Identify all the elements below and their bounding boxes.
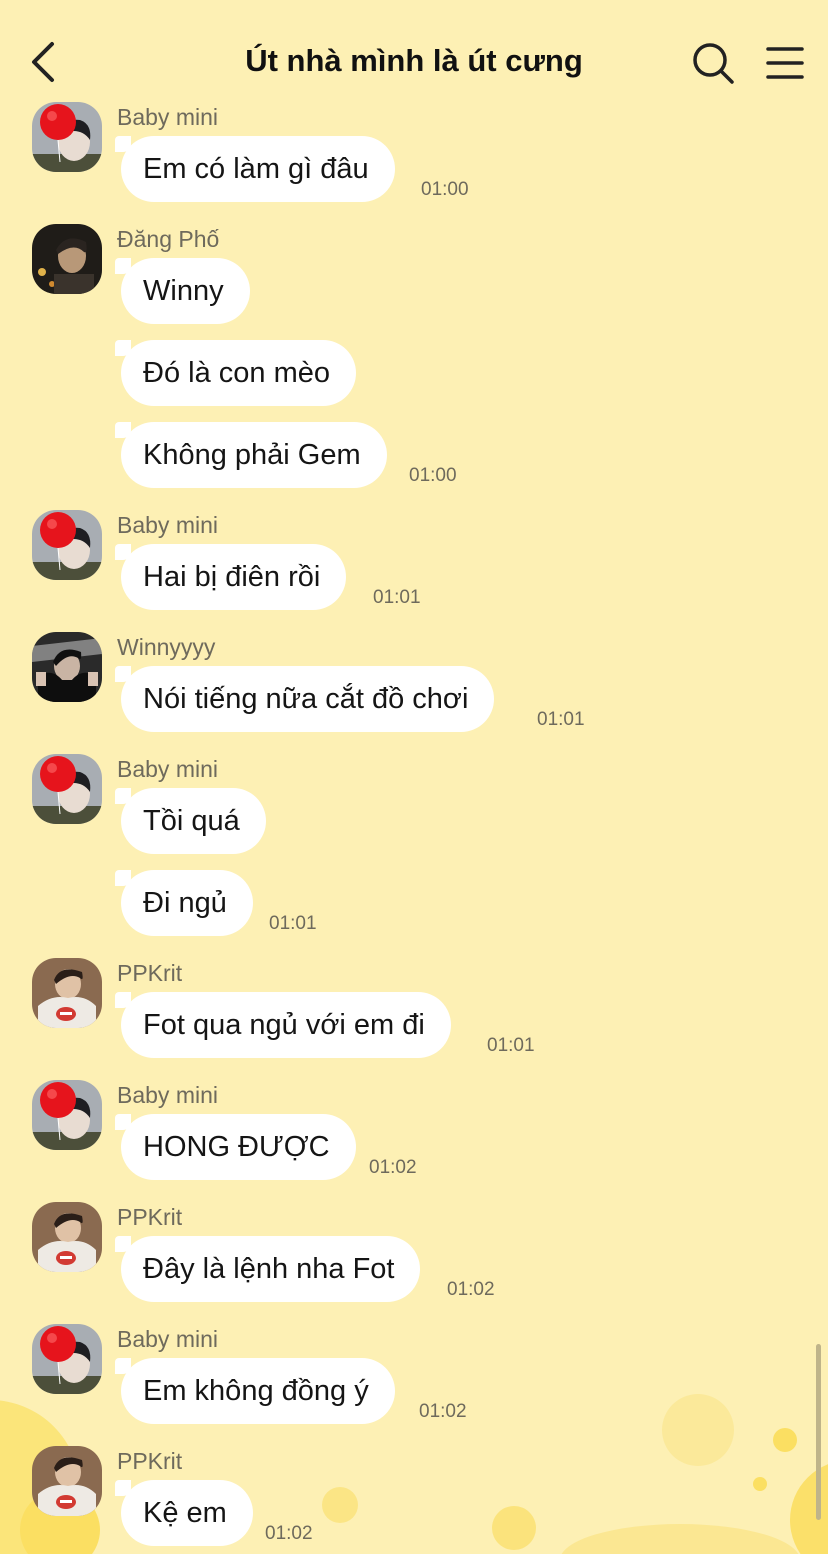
sender-name: Baby mini — [117, 1326, 218, 1352]
message-time: 01:01 — [487, 1035, 535, 1056]
sender-name: PPKrit — [117, 960, 183, 986]
avatar-ppkrit[interactable] — [32, 958, 102, 1028]
avatar-ppkrit[interactable] — [32, 1202, 102, 1272]
message-bubble[interactable]: Em không đồng ý — [115, 1358, 395, 1424]
search-icon — [693, 43, 734, 84]
sender-name: PPKrit — [117, 1204, 183, 1230]
avatar-baby-mini[interactable] — [32, 510, 102, 580]
message-time: 01:01 — [269, 913, 317, 934]
message-time: 01:01 — [373, 587, 421, 608]
message-bubble[interactable]: Không phải Gem — [115, 422, 387, 488]
chevron-left-icon — [32, 42, 54, 82]
avatar-baby-mini[interactable] — [32, 754, 102, 824]
message-bubble[interactable]: Em có làm gì đâu — [115, 136, 395, 202]
sender-name: Winnyyyy — [117, 634, 216, 660]
back-button[interactable] — [26, 38, 66, 86]
message-time: 01:02 — [265, 1523, 313, 1544]
message-list[interactable]: Baby mini Em có làm gì đâu 01:00 Đăng Ph… — [0, 0, 828, 1554]
message-bubble[interactable]: Nói tiếng nữa cắt đồ chơi — [114, 666, 495, 732]
avatar-baby-mini[interactable] — [32, 1080, 102, 1150]
message-time: 01:00 — [409, 465, 457, 486]
message-bubble[interactable]: Winny — [115, 258, 250, 324]
scrollbar[interactable] — [816, 1344, 821, 1520]
message-bubble[interactable]: Đó là con mèo — [115, 340, 356, 406]
search-button[interactable] — [690, 40, 736, 86]
avatar-winnyyyy[interactable] — [32, 632, 102, 702]
message-bubble[interactable]: Hai bị điên rồi — [114, 544, 347, 610]
sender-name: Baby mini — [117, 104, 218, 130]
message-bubble[interactable]: Kệ em — [115, 1480, 253, 1546]
avatar-dang-pho[interactable] — [32, 224, 102, 294]
hamburger-menu-icon — [766, 47, 804, 79]
sender-name: Baby mini — [117, 1082, 218, 1108]
sender-name: Đăng Phố — [117, 226, 220, 252]
chat-header: Út nhà mình là út cưng — [0, 0, 828, 100]
message-bubble[interactable]: Đi ngủ — [115, 870, 253, 936]
message-time: 01:01 — [537, 709, 585, 730]
sender-name: Baby mini — [117, 756, 218, 782]
sender-name: PPKrit — [117, 1448, 183, 1474]
message-bubble[interactable]: Tồi quá — [115, 788, 266, 854]
message-bubble[interactable]: Fot qua ngủ với em đi — [115, 992, 451, 1058]
avatar-ppkrit[interactable] — [32, 1446, 102, 1516]
menu-button[interactable] — [764, 44, 806, 82]
sender-name: Baby mini — [117, 512, 218, 538]
message-bubble[interactable]: HONG ĐƯỢC — [115, 1114, 356, 1180]
chat-title: Út nhà mình là út cưng — [245, 43, 583, 78]
message-time: 01:02 — [447, 1279, 495, 1300]
avatar-baby-mini[interactable] — [32, 102, 102, 172]
message-time: 01:00 — [421, 179, 469, 200]
message-bubble[interactable]: Đây là lệnh nha Fot — [114, 1236, 421, 1302]
message-time: 01:02 — [369, 1157, 417, 1178]
message-time: 01:02 — [419, 1401, 467, 1422]
avatar-baby-mini[interactable] — [32, 1324, 102, 1394]
